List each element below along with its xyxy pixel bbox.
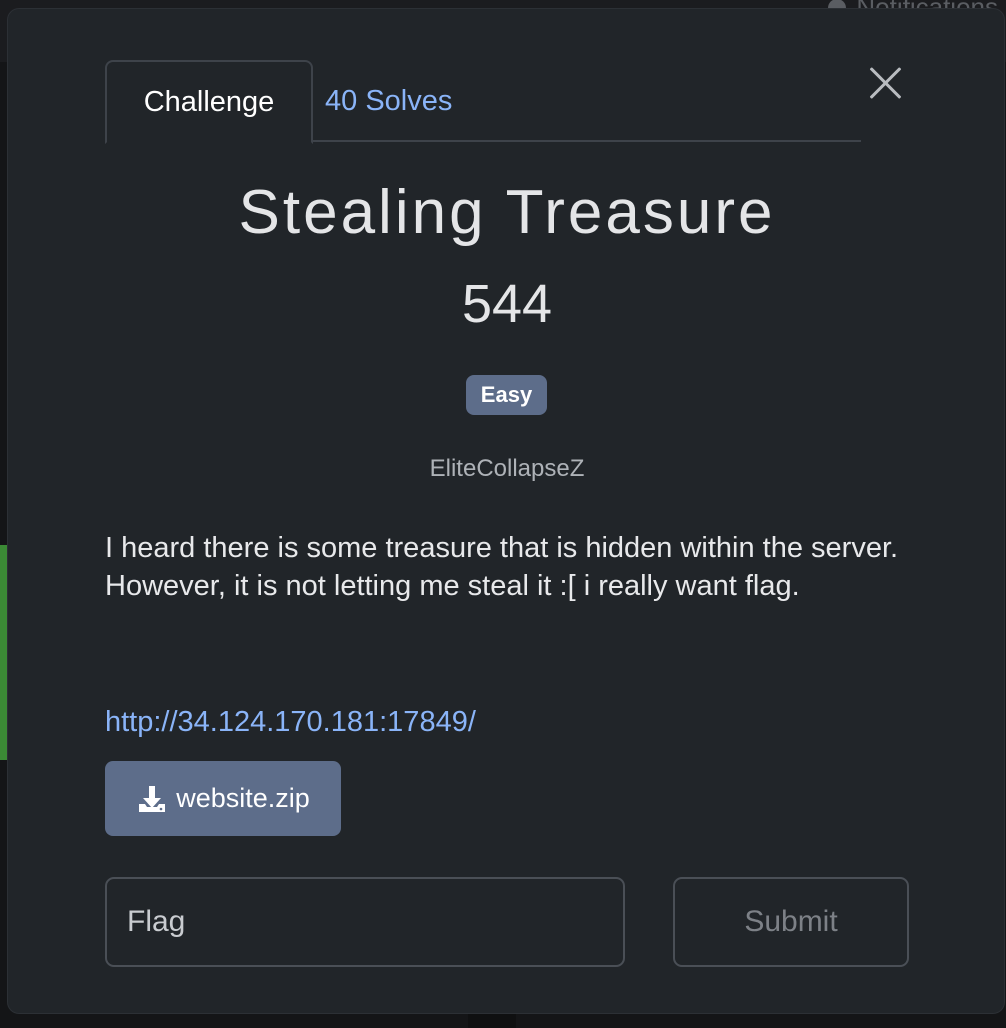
challenge-url-link[interactable]: http://34.124.170.181:17849/: [105, 706, 476, 739]
submit-button-label: Submit: [744, 905, 838, 938]
challenge-author: EliteCollapseZ: [429, 455, 585, 482]
download-file-button[interactable]: website.zip: [105, 761, 341, 836]
tab-challenge[interactable]: Challenge: [105, 60, 313, 144]
challenge-description: I heard there is some treasure that is h…: [105, 532, 899, 602]
tab-challenge-label: Challenge: [143, 85, 275, 118]
challenge-title: Stealing Treasure: [238, 178, 776, 247]
flag-input[interactable]: [105, 877, 625, 967]
background-element: [468, 1014, 516, 1028]
modal-tabs: Challenge 40 Solves: [105, 60, 861, 144]
download-icon: [139, 785, 166, 812]
tab-solves[interactable]: 40 Solves: [325, 60, 505, 142]
challenge-modal: Challenge 40 Solves Stealing Treasure 54…: [7, 8, 1005, 1014]
submit-button[interactable]: Submit: [673, 877, 909, 967]
challenge-points: 544: [461, 274, 553, 334]
download-file-label: website.zip: [176, 783, 310, 813]
close-icon[interactable]: [863, 61, 907, 105]
tab-solves-label: 40 Solves: [325, 84, 453, 117]
difficulty-badge: Easy: [466, 375, 547, 415]
